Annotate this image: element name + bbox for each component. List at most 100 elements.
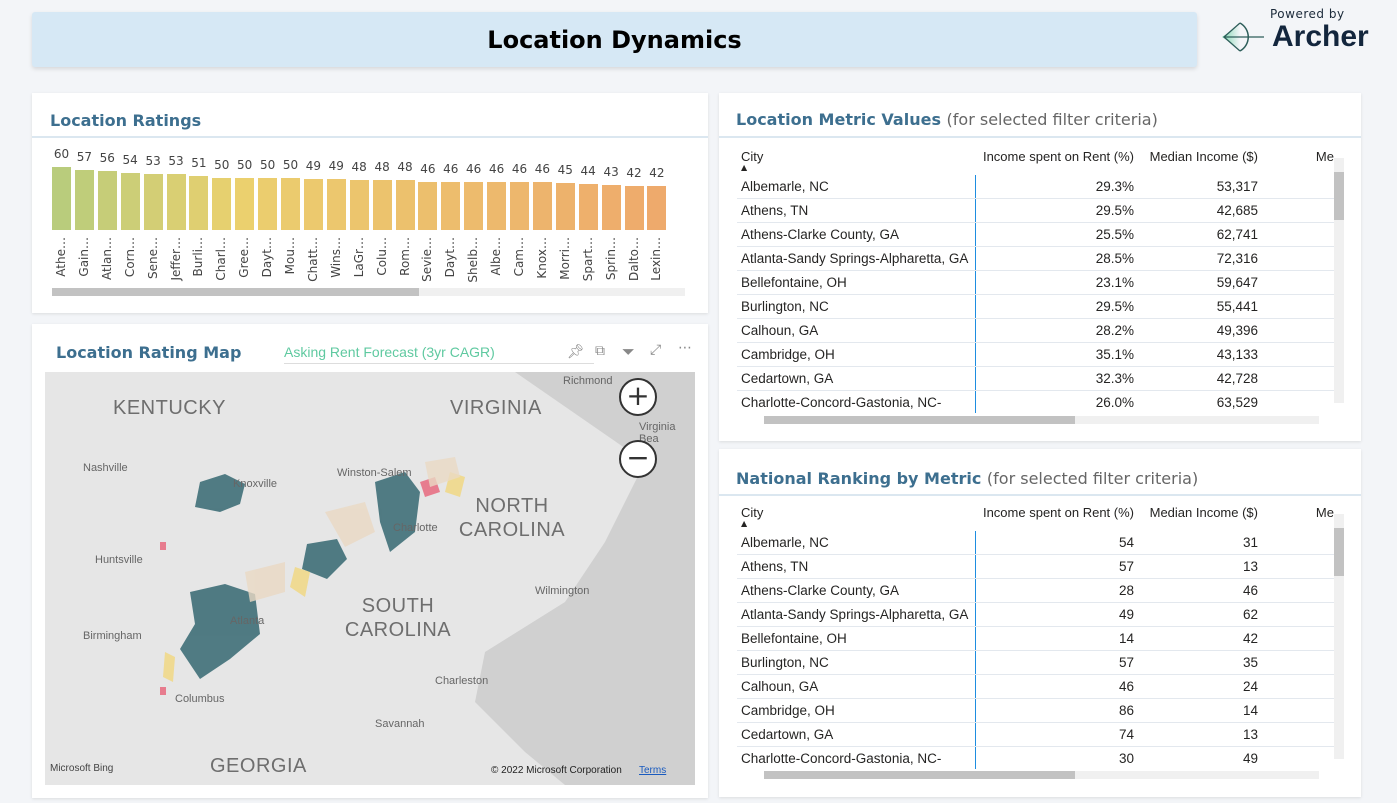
bar[interactable] [395,179,415,230]
city-label: Charlotte [393,522,438,534]
focus-mode-icon[interactable]: ⤢ [650,342,661,358]
table-row[interactable]: Cambridge, OH 35.1% 43,133 [737,342,1334,367]
bar[interactable] [189,176,209,230]
table-row[interactable]: Charlotte-Concord-Gastonia, NC- 26.0% 63,5… [737,390,1334,413]
table-row[interactable]: Charlotte-Concord-Gastonia, NC- 30 49 [737,746,1334,769]
table-row[interactable]: Atlanta-Sandy Springs-Alpharetta, GA 49 62 [737,602,1334,627]
bar[interactable] [487,181,507,230]
table-row[interactable]: Cedartown, GA 74 13 [737,722,1334,747]
data-label: 48 [351,159,367,174]
pin-icon[interactable]: 📌︎ [567,344,585,360]
bar[interactable] [532,181,552,230]
bar[interactable] [120,173,140,230]
terms-link[interactable]: Terms [639,765,666,776]
more-options-icon[interactable]: ⋯ [678,340,692,356]
table-row[interactable]: Calhoun, GA 28.2% 49,396 [737,318,1334,343]
bar[interactable] [418,181,438,230]
data-label: 45 [557,162,573,177]
city-label: Nashville [83,462,128,474]
bar[interactable] [143,174,163,230]
zoom-out-button[interactable]: − [619,440,657,478]
bar[interactable] [555,182,575,230]
column-header[interactable]: Income spent on Rent (%) [975,143,1138,175]
category-label: Mou… [283,237,297,275]
sort-ascending-icon[interactable]: ▲ [741,163,747,172]
table-row[interactable]: Cedartown, GA 32.3% 42,728 [737,366,1334,391]
bar[interactable] [74,170,94,230]
brand-name: Archer [1272,20,1369,53]
table-row[interactable]: Cambridge, OH 86 14 [737,698,1334,723]
column-header[interactable]: Income spent on Rent (%) [975,499,1138,531]
bar[interactable] [212,177,232,230]
value-cell: 72,316 [1138,246,1262,271]
vertical-scrollbar[interactable] [1334,158,1344,403]
bar[interactable] [326,178,346,230]
bar[interactable] [258,177,278,230]
column-header[interactable]: Median In [1262,143,1334,175]
horizontal-scrollbar[interactable] [52,288,685,296]
divider [719,494,1361,496]
city-label: Charleston [435,675,489,687]
city-cell: Calhoun, GA [737,318,976,343]
data-label: 46 [534,161,551,176]
table-row[interactable]: Athens-Clarke County, GA 28 46 [737,578,1334,603]
sort-ascending-icon[interactable]: ▲ [741,519,747,528]
value-cell [1262,198,1334,223]
column-header[interactable]: Median In [1262,499,1334,531]
bar[interactable] [281,177,300,230]
data-label: 48 [374,159,390,174]
bar[interactable] [372,179,392,230]
bar[interactable] [624,185,644,230]
value-cell: 13 [1138,554,1262,579]
filter-icon[interactable]: ⏷ [622,342,635,362]
table-row[interactable]: Bellefontaine, OH 14 42 [737,626,1334,651]
city-cell: Calhoun, GA [737,674,976,699]
city-label: Richmond [563,375,613,387]
column-header[interactable]: Median Income ($) [1138,499,1262,531]
category-label: Corn… [122,237,137,278]
table-row[interactable]: Atlanta-Sandy Springs-Alpharetta, GA 28.5… [737,246,1334,271]
city-cell: Albemarle, NC [737,175,976,199]
map-canvas[interactable]: KENTUCKY VIRGINIA NORTH CAROLINA SOUTH C… [45,372,695,785]
table-row[interactable]: Burlington, NC 57 35 [737,650,1334,675]
bar[interactable] [52,167,71,230]
bar[interactable] [578,183,598,230]
bar[interactable] [166,174,186,230]
value-cell: 14 [975,626,1138,651]
category-label: Wins… [328,237,343,278]
table-row[interactable]: Athens-Clarke County, GA 25.5% 62,741 [737,222,1334,247]
table-row[interactable]: Bellefontaine, OH 23.1% 59,647 [737,270,1334,295]
column-header[interactable]: City [737,143,975,175]
column-header[interactable]: Median Income ($) [1138,143,1262,175]
bar[interactable] [349,179,369,230]
city-cell: Cambridge, OH [737,698,976,723]
table-row[interactable]: Athens, TN 29.5% 42,685 [737,198,1334,223]
copy-icon[interactable]: ⧉ [595,343,605,359]
value-cell [1262,626,1334,651]
bar[interactable] [464,181,484,230]
horizontal-scrollbar[interactable] [764,771,1319,779]
value-cell [1262,650,1334,675]
value-cell: 86 [975,698,1138,723]
table-row[interactable]: Burlington, NC 29.5% 55,441 [737,294,1334,319]
panel-title: Location Metric Values (for selected fil… [736,110,1158,129]
column-header[interactable]: City [737,499,975,531]
bar[interactable] [303,178,323,230]
bar[interactable] [510,181,529,230]
table-row[interactable]: Albemarle, NC 54 31 [737,531,1334,555]
zoom-in-button[interactable]: + [619,378,657,416]
state-label: VIRGINIA [450,397,542,419]
bar[interactable] [601,184,621,230]
table-row[interactable]: Calhoun, GA 46 24 [737,674,1334,699]
bar[interactable] [97,171,117,230]
bow-arrow-icon [1222,22,1264,52]
table-row[interactable]: Athens, TN 57 13 [737,554,1334,579]
table-row[interactable]: Albemarle, NC 29.3% 53,317 [737,175,1334,199]
horizontal-scrollbar[interactable] [764,416,1319,424]
category-label: Sene… [145,237,160,279]
bar[interactable] [235,177,255,230]
bar[interactable] [441,181,461,230]
state-label: GEORGIA [210,755,307,777]
bar[interactable] [647,185,667,230]
vertical-scrollbar[interactable] [1334,514,1344,759]
